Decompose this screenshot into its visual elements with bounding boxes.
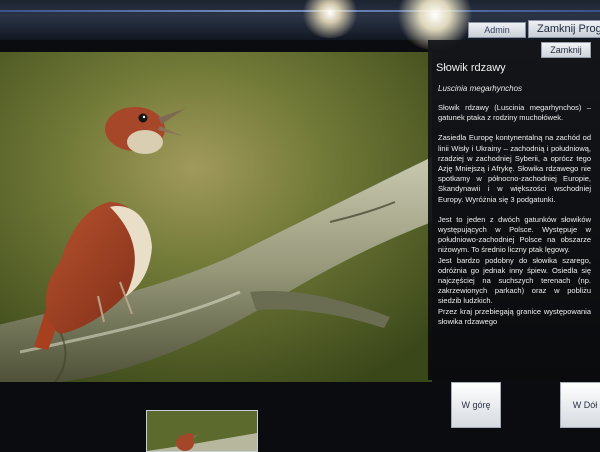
bird-photo bbox=[0, 52, 432, 382]
description-paragraph: Przez kraj przebiegają granice występowa… bbox=[438, 306, 591, 326]
scroll-up-button[interactable]: W górę bbox=[451, 382, 501, 428]
species-title: Słowik rdzawy bbox=[436, 62, 506, 74]
close-program-button[interactable]: Zamknij Progra bbox=[528, 20, 600, 38]
species-info-panel: Zamknij Słowik rdzawy Luscinia megarhync… bbox=[428, 40, 600, 380]
bird-thumbnail-icon bbox=[147, 411, 257, 451]
description-scroll-area[interactable]: Słowik rdzawy (Luscinia megarhynchos) – … bbox=[438, 103, 591, 373]
photo-thumbnail[interactable] bbox=[146, 410, 258, 452]
description-paragraph: Jest bardzo podobny do słowika szarego, … bbox=[438, 255, 591, 306]
description-paragraph: Jest to jeden z dwóch gatunków słowików … bbox=[438, 214, 591, 255]
title-bar-accent bbox=[0, 10, 600, 12]
panel-close-button[interactable]: Zamknij bbox=[541, 42, 591, 58]
latin-name: Luscinia megarhynchos bbox=[438, 84, 523, 93]
admin-button[interactable]: Admin bbox=[468, 22, 526, 38]
description-paragraph: Słowik rdzawy (Luscinia megarhynchos) – … bbox=[438, 103, 591, 123]
description-paragraph: Zasiedla Europę kontynentalną na zachód … bbox=[438, 133, 591, 204]
scroll-down-button[interactable]: W Dół bbox=[560, 382, 600, 428]
bird-on-branch-illustration bbox=[0, 52, 432, 382]
